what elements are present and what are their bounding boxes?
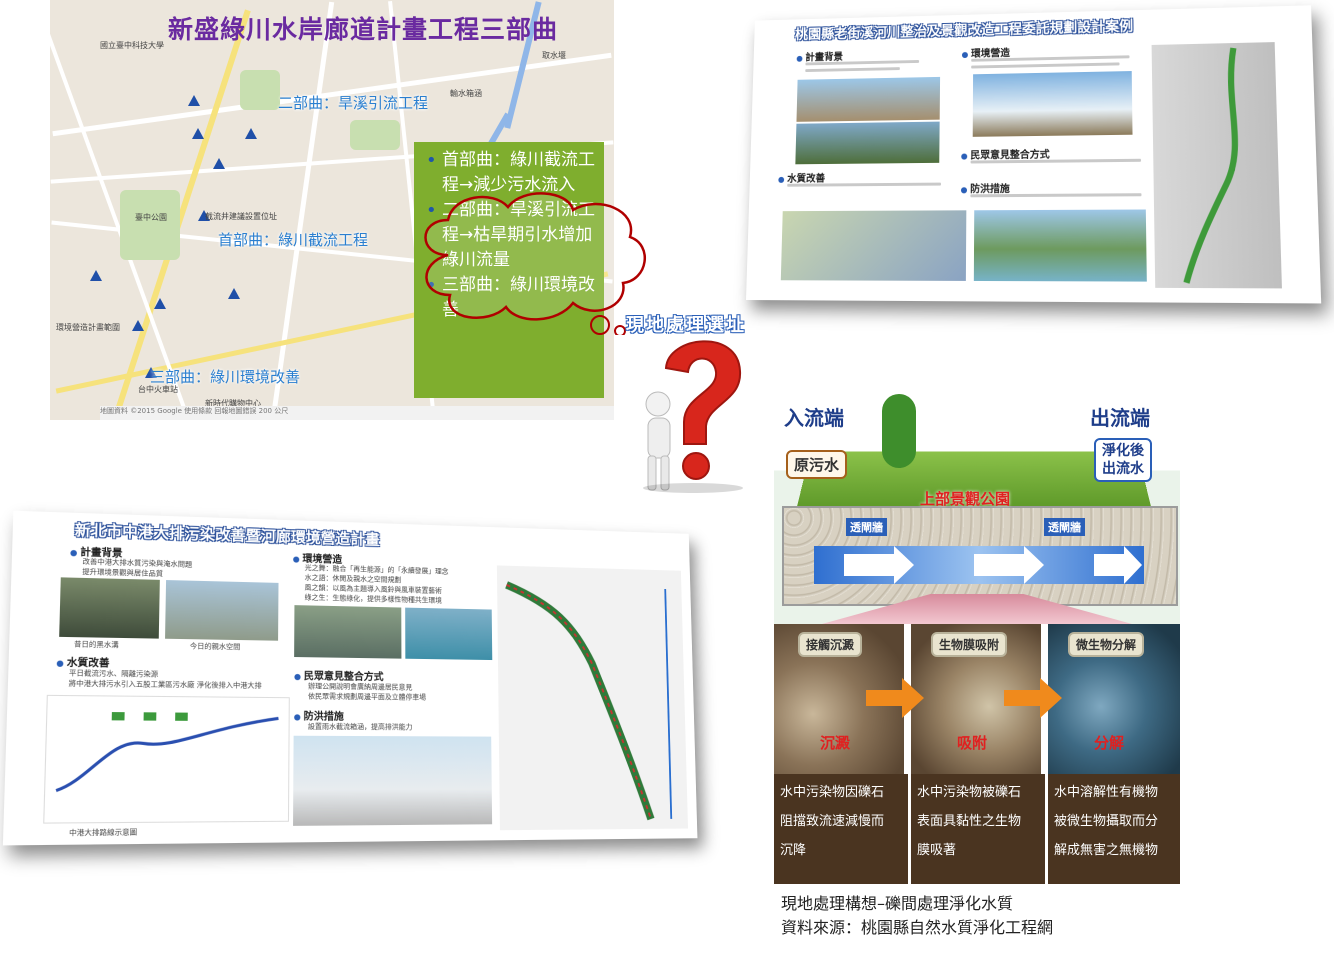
gravel-treatment-diagram: 入流端 出流端 原污水 淨化後 出流水 上部景觀公園 透閘牆 透閘牆 接觸沉澱 … (774, 388, 1180, 884)
section-diagram (972, 71, 1133, 137)
bullet-text: 將中港大排污水引入五股工業區污水廠 淨化後排入中港大排 (68, 679, 262, 690)
section-diagram (293, 735, 493, 826)
stage-panel: 微生物分解 分解 (1048, 624, 1180, 774)
route-map (497, 565, 689, 830)
stage-description: 水中溶解性有機物 被微生物攝取而分 解成無害之無機物 (1048, 774, 1180, 884)
taoyuan-case-slide: 桃園縣老街溪河川整治及景觀改造工程委託規劃設計案例 計畫背景 環境營造 民眾意見… (745, 5, 1322, 304)
treated-outflow-line: 出流水 (1102, 461, 1144, 477)
desc-line: 沉降 (780, 843, 807, 858)
photo (795, 121, 940, 165)
stage-title: 微生物分解 (1068, 632, 1145, 657)
bullet-text: 提升環境景觀與居住品質 (82, 567, 164, 578)
plan-map (780, 210, 967, 281)
map-title: 新盛綠川水岸廊道計畫工程三部曲 (168, 15, 559, 44)
stage-title: 接觸沉澱 (798, 632, 863, 657)
river-rendering (973, 209, 1147, 282)
slide-title: 桃園縣老街溪河川整治及景觀改造工程委託規劃設計案例 (794, 18, 1134, 43)
stage-word: 吸附 (957, 734, 988, 752)
stage-word: 分解 (1094, 734, 1125, 752)
map-caption: 中港大排路線示意圖 (69, 828, 138, 838)
thought-cloud-icon (424, 192, 646, 335)
raw-sewage-label: 原污水 (786, 450, 848, 479)
caption-line: 資料來源：桃園縣自然水質淨化工程網 (781, 918, 1054, 937)
photo-before (59, 577, 160, 639)
tree-icon (882, 394, 916, 468)
photo (294, 605, 402, 659)
caption-line: 現地處理構想–礫間處理淨化水質 (781, 894, 1014, 913)
route-map (1151, 42, 1282, 288)
bullet-text: 設置雨水截流箱涵，提高排洪能力 (307, 722, 413, 732)
desc-line: 阻擋致流速減慢而 (780, 814, 885, 829)
grate-label: 透閘牆 (1044, 518, 1085, 536)
outflow-label: 出流端 (1090, 406, 1150, 430)
flow-arrow-icon (844, 546, 1142, 584)
stage-description: 水中污染物被礫石 表面具黏性之生物 膜吸著 (911, 774, 1045, 884)
section-heading: 水質改善 (56, 653, 110, 670)
photo-after (165, 580, 279, 641)
park-label: 上部景觀公園 (920, 490, 1011, 508)
grate-label: 透閘牆 (846, 518, 887, 536)
desc-line: 水中污染物被礫石 (917, 785, 1022, 800)
section-heading: 防洪措施 (961, 180, 1010, 195)
section-heading: 防洪措施 (294, 707, 344, 722)
stage-title: 生物膜吸附 (931, 632, 1008, 657)
map-place-label: 截流井建議設置位址 (205, 212, 277, 221)
desc-line: 水中溶解性有機物 (1054, 785, 1159, 800)
photo-caption: 今日的親水空間 (189, 642, 241, 652)
desc-line: 被微生物攝取而分 (1054, 814, 1159, 829)
route-diagram (43, 694, 290, 824)
map-place-label: 環境營造計畫範圍 (56, 323, 120, 332)
map-place-label: 臺中公園 (135, 213, 167, 222)
stage-description: 水中污染物因礫石 阻擋致流速減慢而 沉降 (774, 774, 908, 884)
photo (796, 76, 941, 122)
part1-label: 首部曲：綠川截流工程 (218, 231, 369, 249)
arrow-icon (1004, 678, 1062, 718)
desc-line: 水中污染物因礫石 (780, 785, 885, 800)
photo-caption: 昔日的黑水溝 (73, 640, 119, 650)
bullet-text: 綠之生：生態綠化，提供多樣性物種共生環境 (304, 593, 442, 605)
map-place-label: 輸水箱涵 (450, 89, 482, 98)
arrow-icon (866, 678, 924, 718)
desc-line: 表面具黏性之生物 (917, 814, 1022, 829)
newtaipei-case-slide: 新北市中港大排污染改善暨河廊環境營造計畫 計畫背景 改善中港大排水質污染與淹水問… (2, 510, 698, 846)
site-selection-label: 現地處理選址 (626, 315, 746, 336)
map-attribution: 地圖資料 ©2015 Google 使用條款 回報地圖錯誤 200 公尺 (100, 406, 614, 420)
desc-line: 膜吸著 (917, 843, 957, 858)
desc-line: 解成無害之無機物 (1054, 843, 1159, 858)
question-mark-figure-icon (643, 340, 743, 493)
map-place-label: 國立臺中科技大學 (100, 41, 164, 50)
inflow-label: 入流端 (784, 406, 844, 430)
diagram-caption: 現地處理構想–礫間處理淨化水質 資料來源：桃園縣自然水質淨化工程網 (781, 892, 1053, 940)
photo (405, 607, 493, 661)
map-place-label: 取水堰 (542, 51, 566, 60)
treated-outflow-line: 淨化後 (1102, 443, 1144, 459)
bullet-text: 依民眾需求規劃周邊平面及立體停車場 (307, 692, 427, 702)
part3-label: 三部曲：綠川環境改善 (150, 368, 301, 386)
part2-label: 二部曲：旱溪引流工程 (278, 94, 429, 112)
treated-outflow-label: 淨化後 出流水 (1094, 438, 1152, 482)
stage-word: 沉澱 (820, 734, 851, 752)
